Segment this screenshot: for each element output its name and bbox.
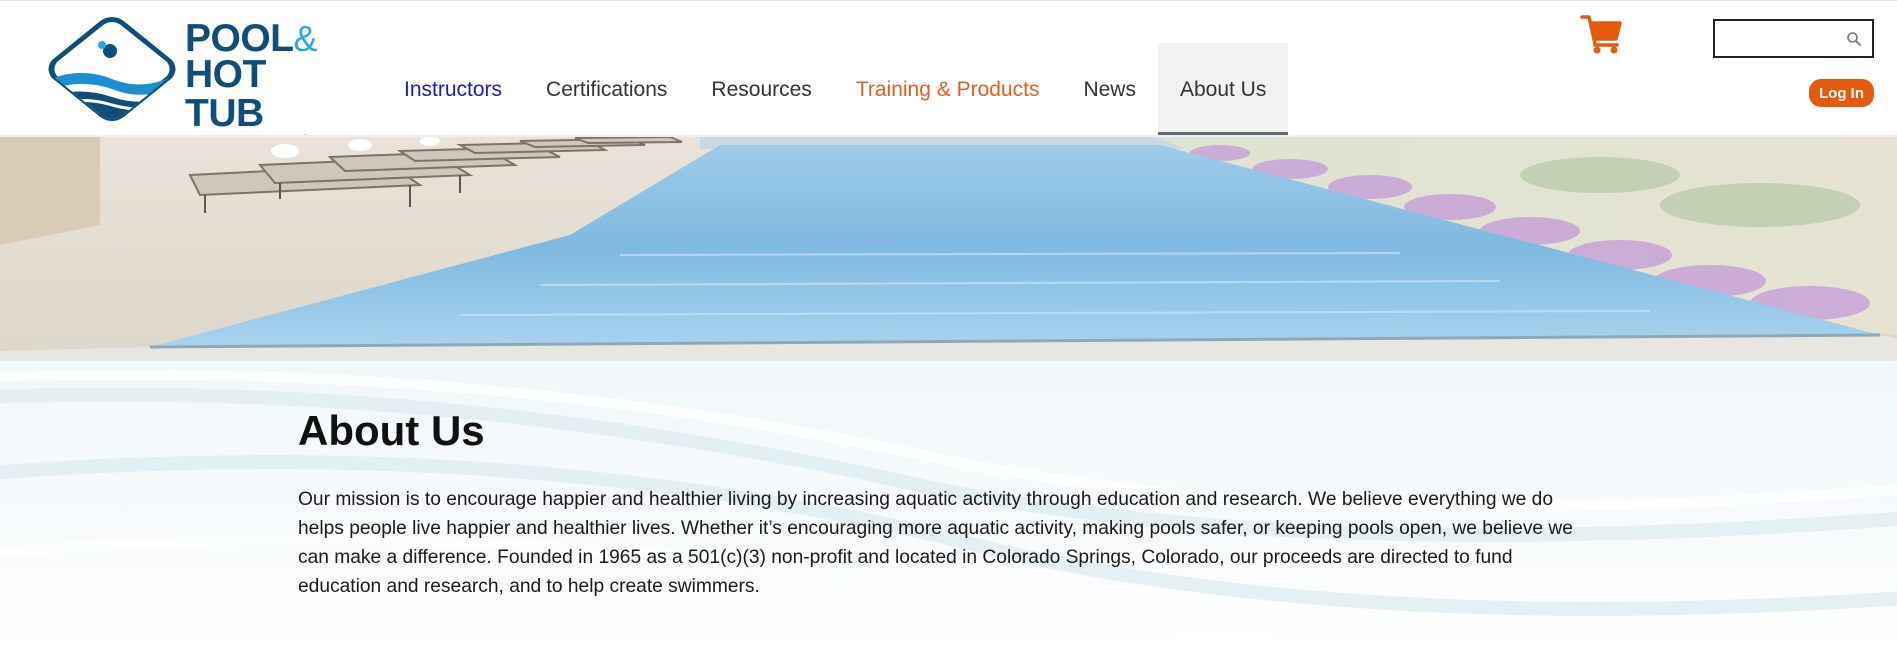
search-input[interactable] [1721,27,1836,51]
logo-line-hot-tub: HOT TUB [185,53,266,135]
logo-diamond-icon [48,17,176,121]
magnifier-icon[interactable] [1846,31,1862,47]
logo-ampersand: & [293,18,318,59]
page-title: About Us [298,407,485,454]
nav-item-certifications[interactable]: Certifications [524,43,689,136]
nav-item-training-products[interactable]: Training & Products [834,43,1062,136]
nav-item-resources[interactable]: Resources [689,43,833,136]
site-logo[interactable]: POOL& HOT TUB ALLIANCE [42,13,352,157]
nav-item-instructors[interactable]: Instructors [382,43,524,136]
login-button[interactable]: Log In [1809,79,1874,107]
nav-item-news[interactable]: News [1061,43,1158,136]
hero-pool-image [0,135,1897,361]
nav-item-about-us[interactable]: About Us [1157,43,1289,136]
search-box [1713,19,1874,58]
mission-paragraph: Our mission is to encourage happier and … [298,489,1573,597]
about-section: About Us Our mission is to encourage hap… [0,361,1897,654]
main-nav: Instructors Certifications Resources Tra… [382,43,1289,136]
shopping-cart-icon[interactable] [1580,13,1622,55]
site-header: POOL& HOT TUB ALLIANCE Instructors Certi… [0,0,1897,157]
